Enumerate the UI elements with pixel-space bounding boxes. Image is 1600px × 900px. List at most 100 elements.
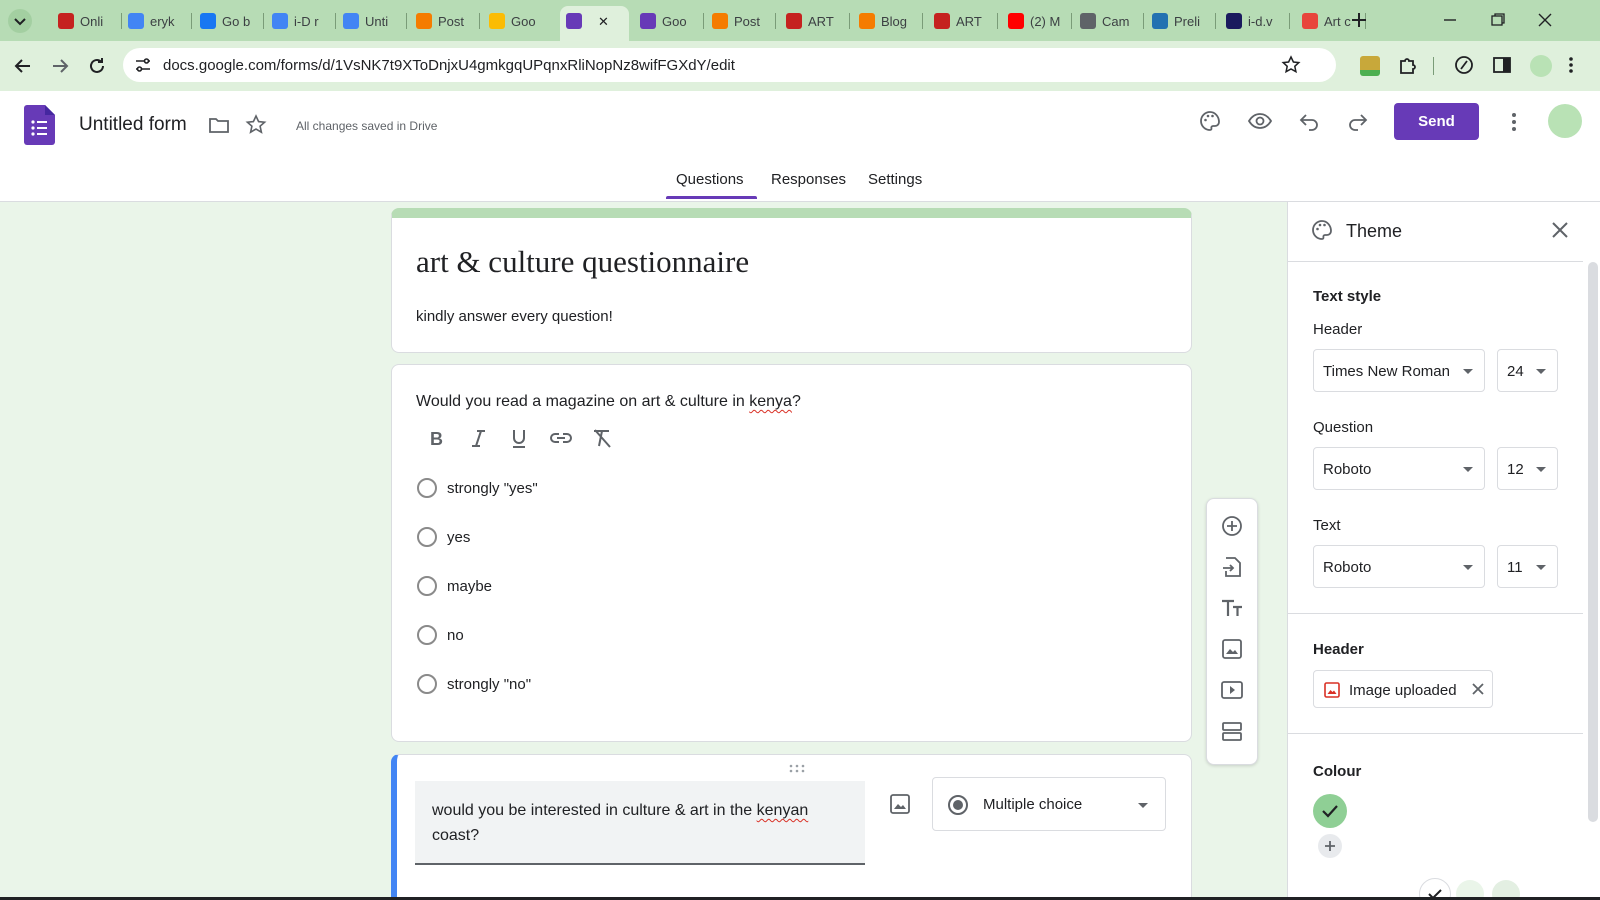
star-button[interactable]: [245, 114, 267, 141]
profile-avatar[interactable]: [1530, 55, 1552, 77]
extensions-menu-button[interactable]: [1397, 54, 1419, 81]
radio-option-icon[interactable]: [417, 478, 437, 498]
bold-button[interactable]: B: [428, 427, 446, 449]
header-font-select[interactable]: Times New Roman: [1313, 349, 1485, 392]
form-name[interactable]: Untitled form: [79, 114, 187, 136]
tab-settings[interactable]: Settings: [868, 171, 922, 188]
side-panel-button[interactable]: [1491, 54, 1513, 81]
customize-theme-button[interactable]: [1198, 109, 1222, 138]
browser-tab[interactable]: Unti: [337, 8, 407, 34]
radio-option-icon[interactable]: [417, 576, 437, 596]
question-title[interactable]: Would you read a magazine on art & cultu…: [416, 393, 801, 411]
question-card[interactable]: Would you read a magazine on art & cultu…: [391, 364, 1192, 742]
header-image-value: Image uploaded: [1349, 682, 1457, 699]
browser-tab[interactable]: ART: [780, 8, 850, 34]
minimize-button[interactable]: [1440, 12, 1460, 33]
dropdown-arrow-icon: [1536, 565, 1546, 570]
form-description[interactable]: kindly answer every question!: [416, 308, 613, 325]
question-title-input[interactable]: would you be interested in culture & art…: [415, 781, 865, 865]
reload-button[interactable]: [86, 55, 108, 82]
question-size-select[interactable]: 12: [1497, 447, 1558, 490]
browser-tab[interactable]: ✕: [560, 8, 629, 34]
browser-tab[interactable]: Go b: [194, 8, 264, 34]
site-settings-icon[interactable]: [133, 56, 153, 74]
forms-logo[interactable]: [24, 105, 55, 150]
bookmark-star-icon[interactable]: [1281, 55, 1301, 75]
add-video-button[interactable]: [1220, 678, 1244, 707]
account-avatar[interactable]: [1548, 104, 1582, 138]
tab-search-button[interactable]: [8, 9, 32, 33]
browser-tab[interactable]: Post: [410, 8, 480, 34]
more-options-button[interactable]: [1510, 111, 1518, 138]
option-label[interactable]: strongly "no": [447, 676, 531, 693]
drag-handle[interactable]: [788, 761, 806, 779]
close-window-button[interactable]: [1535, 11, 1555, 34]
colour-swatch-selected[interactable]: [1313, 794, 1347, 828]
browser-tab[interactable]: i-D r: [266, 8, 336, 34]
redo-button[interactable]: [1347, 110, 1369, 137]
browser-tab[interactable]: i-d.v: [1220, 8, 1290, 34]
add-title-button[interactable]: [1220, 596, 1244, 625]
option-label[interactable]: no: [447, 627, 464, 644]
close-icon[interactable]: [1471, 682, 1485, 696]
browser-tab[interactable]: Onli: [52, 8, 122, 34]
text-font-select[interactable]: Roboto: [1313, 545, 1485, 588]
restore-button[interactable]: [1488, 12, 1508, 33]
tab-questions[interactable]: Questions: [676, 171, 744, 188]
radio-option-icon[interactable]: [417, 674, 437, 694]
browser-tab[interactable]: Cam: [1074, 8, 1144, 34]
browser-tab[interactable]: Goo: [634, 8, 704, 34]
header-size-select[interactable]: 24: [1497, 349, 1558, 392]
forward-button[interactable]: [49, 55, 71, 82]
close-tab-icon[interactable]: ✕: [598, 14, 609, 30]
form-title[interactable]: art & culture questionnaire: [416, 244, 749, 280]
text-size-select[interactable]: 11: [1497, 545, 1558, 588]
link-button[interactable]: [549, 427, 573, 449]
address-bar[interactable]: docs.google.com/forms/d/1VsNK7t9XToDnjxU…: [123, 48, 1336, 82]
clear-formatting-button[interactable]: [591, 427, 613, 449]
extension-button[interactable]: [1360, 56, 1380, 76]
import-questions-button[interactable]: [1220, 555, 1244, 584]
add-image-button[interactable]: [1220, 637, 1244, 666]
radio-option-icon[interactable]: [417, 625, 437, 645]
back-button[interactable]: [12, 55, 34, 82]
header-image-chip[interactable]: Image uploaded: [1313, 670, 1493, 708]
option-label[interactable]: yes: [447, 529, 470, 546]
add-section-button[interactable]: [1220, 719, 1244, 748]
browser-tab[interactable]: Post: [706, 8, 776, 34]
question-type-select[interactable]: Multiple choice: [932, 777, 1166, 831]
undo-button[interactable]: [1298, 110, 1320, 137]
browser-menu-button[interactable]: [1567, 54, 1575, 81]
divider: [1288, 261, 1583, 262]
radio-option-icon[interactable]: [417, 527, 437, 547]
new-tab-button[interactable]: [1349, 10, 1369, 35]
browser-tab[interactable]: (2) M: [1002, 8, 1072, 34]
send-button[interactable]: Send: [1394, 103, 1479, 140]
underline-button[interactable]: [510, 427, 528, 449]
question-font-select[interactable]: Roboto: [1313, 447, 1485, 490]
browser-tab[interactable]: eryk: [122, 8, 192, 34]
form-title-card[interactable]: art & culture questionnaire kindly answe…: [391, 208, 1192, 353]
add-question-button[interactable]: [1220, 514, 1244, 543]
option-label[interactable]: maybe: [447, 578, 492, 595]
option-label[interactable]: strongly "yes": [447, 480, 538, 497]
close-theme-panel-button[interactable]: [1550, 220, 1570, 245]
scrollbar-track[interactable]: [1588, 262, 1598, 822]
tab-favicon-icon: [566, 13, 582, 29]
question-card-active[interactable]: would you be interested in culture & art…: [391, 754, 1192, 900]
browser-tab[interactable]: Goo: [483, 8, 551, 34]
spellcheck-word[interactable]: kenya: [749, 393, 792, 410]
performance-button[interactable]: [1453, 54, 1475, 81]
preview-button[interactable]: [1247, 110, 1273, 137]
browser-tab[interactable]: Blog: [853, 8, 923, 34]
tab-favicon-icon: [272, 13, 288, 29]
spellcheck-word[interactable]: kenyan: [757, 802, 809, 819]
tab-divider: [775, 13, 776, 29]
browser-tab[interactable]: ART: [928, 8, 998, 34]
move-to-folder-button[interactable]: [208, 115, 230, 140]
italic-button[interactable]: [469, 427, 487, 449]
add-image-to-question-button[interactable]: [889, 793, 911, 820]
browser-tab[interactable]: Preli: [1146, 8, 1216, 34]
tab-responses[interactable]: Responses: [771, 171, 846, 188]
add-custom-colour-button[interactable]: [1318, 834, 1342, 858]
